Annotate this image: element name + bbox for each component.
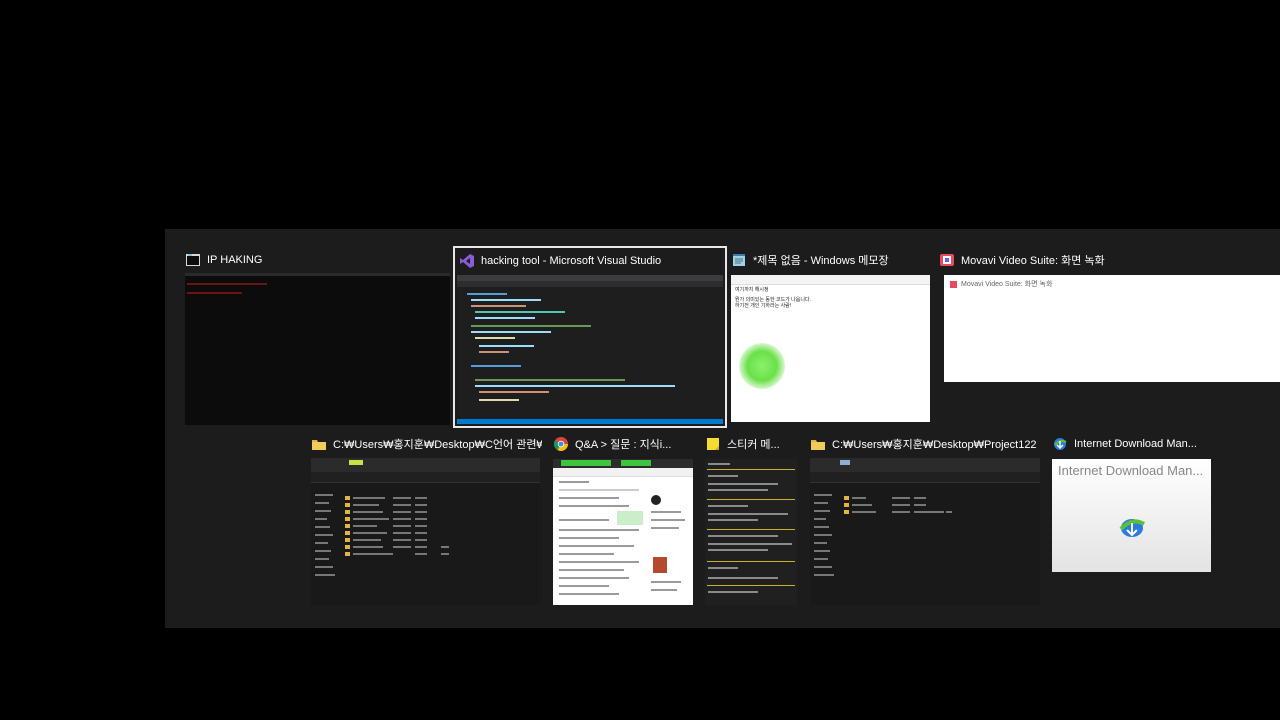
green-blob: [739, 343, 785, 389]
movavi-icon: [939, 252, 955, 268]
window-title: 스티커 메...: [727, 439, 780, 451]
notepad-icon: [731, 252, 747, 268]
window-thumbnail: [705, 459, 797, 605]
idm-thumb-title: Internet Download Man...: [1058, 463, 1204, 478]
console-icon: [185, 252, 201, 268]
window-title: Q&A > 질문 : 지식i...: [575, 439, 672, 451]
window-thumbnail: [810, 458, 1040, 605]
window-title: IP HAKING: [207, 254, 263, 266]
window-title: hacking tool - Microsoft Visual Studio: [481, 255, 662, 267]
window-thumbnail: [553, 459, 693, 605]
window-thumbnail: [311, 458, 540, 605]
window-ip-haking[interactable]: IP HAKING: [185, 247, 450, 425]
window-thumbnail: 여기까지 해시정 뭔가 의미있는 동한 코드가 나옵니다. 하기전 개인 기하라…: [731, 275, 930, 422]
window-chrome[interactable]: Q&A > 질문 : 지식i...: [553, 431, 694, 607]
window-movavi[interactable]: Movavi Video Suite: 화면 녹화 Movavi Video S…: [939, 247, 1280, 383]
window-explorer-c[interactable]: C:₩Users₩홍지훈₩Desktop₩C언어 관련₩...: [311, 431, 542, 607]
folder-icon: [810, 436, 826, 452]
idm-logo-icon: [1118, 515, 1146, 544]
window-title: C:₩Users₩홍지훈₩Desktop₩Project122: [832, 439, 1037, 451]
window-explorer-project[interactable]: C:₩Users₩홍지훈₩Desktop₩Project122: [810, 431, 1042, 607]
notepad-line: 하기전 개인 기하라는 사람!: [735, 303, 792, 309]
sticky-note-icon: [705, 436, 721, 452]
window-sticky-notes[interactable]: 스티커 메...: [705, 431, 798, 607]
movavi-thumb-title: Movavi Video Suite: 화면 녹화: [961, 281, 1053, 288]
visual-studio-icon: [459, 253, 475, 269]
window-thumbnail: [185, 273, 450, 425]
window-idm[interactable]: Internet Download Man... Internet Downlo…: [1052, 431, 1212, 573]
chrome-icon: [553, 436, 569, 452]
window-thumbnail: Internet Download Man...: [1052, 459, 1211, 572]
window-thumbnail: [457, 275, 723, 424]
window-title: Movavi Video Suite: 화면 녹화: [961, 255, 1105, 267]
window-thumbnail: Movavi Video Suite: 화면 녹화: [944, 275, 1280, 382]
task-switcher: IP HAKING hacking tool - Microsoft Visua…: [165, 229, 1280, 628]
movavi-small-icon: [950, 280, 957, 288]
window-notepad[interactable]: *제목 없음 - Windows 메모장 여기까지 해시정 뭔가 의미있는 동한…: [731, 247, 930, 423]
window-visual-studio[interactable]: hacking tool - Microsoft Visual Studio: [453, 246, 727, 428]
window-title: Internet Download Man...: [1074, 438, 1197, 450]
folder-icon: [311, 436, 327, 452]
idm-icon: [1052, 436, 1068, 452]
window-title: *제목 없음 - Windows 메모장: [753, 255, 889, 267]
window-title: C:₩Users₩홍지훈₩Desktop₩C언어 관련₩...: [333, 439, 542, 451]
